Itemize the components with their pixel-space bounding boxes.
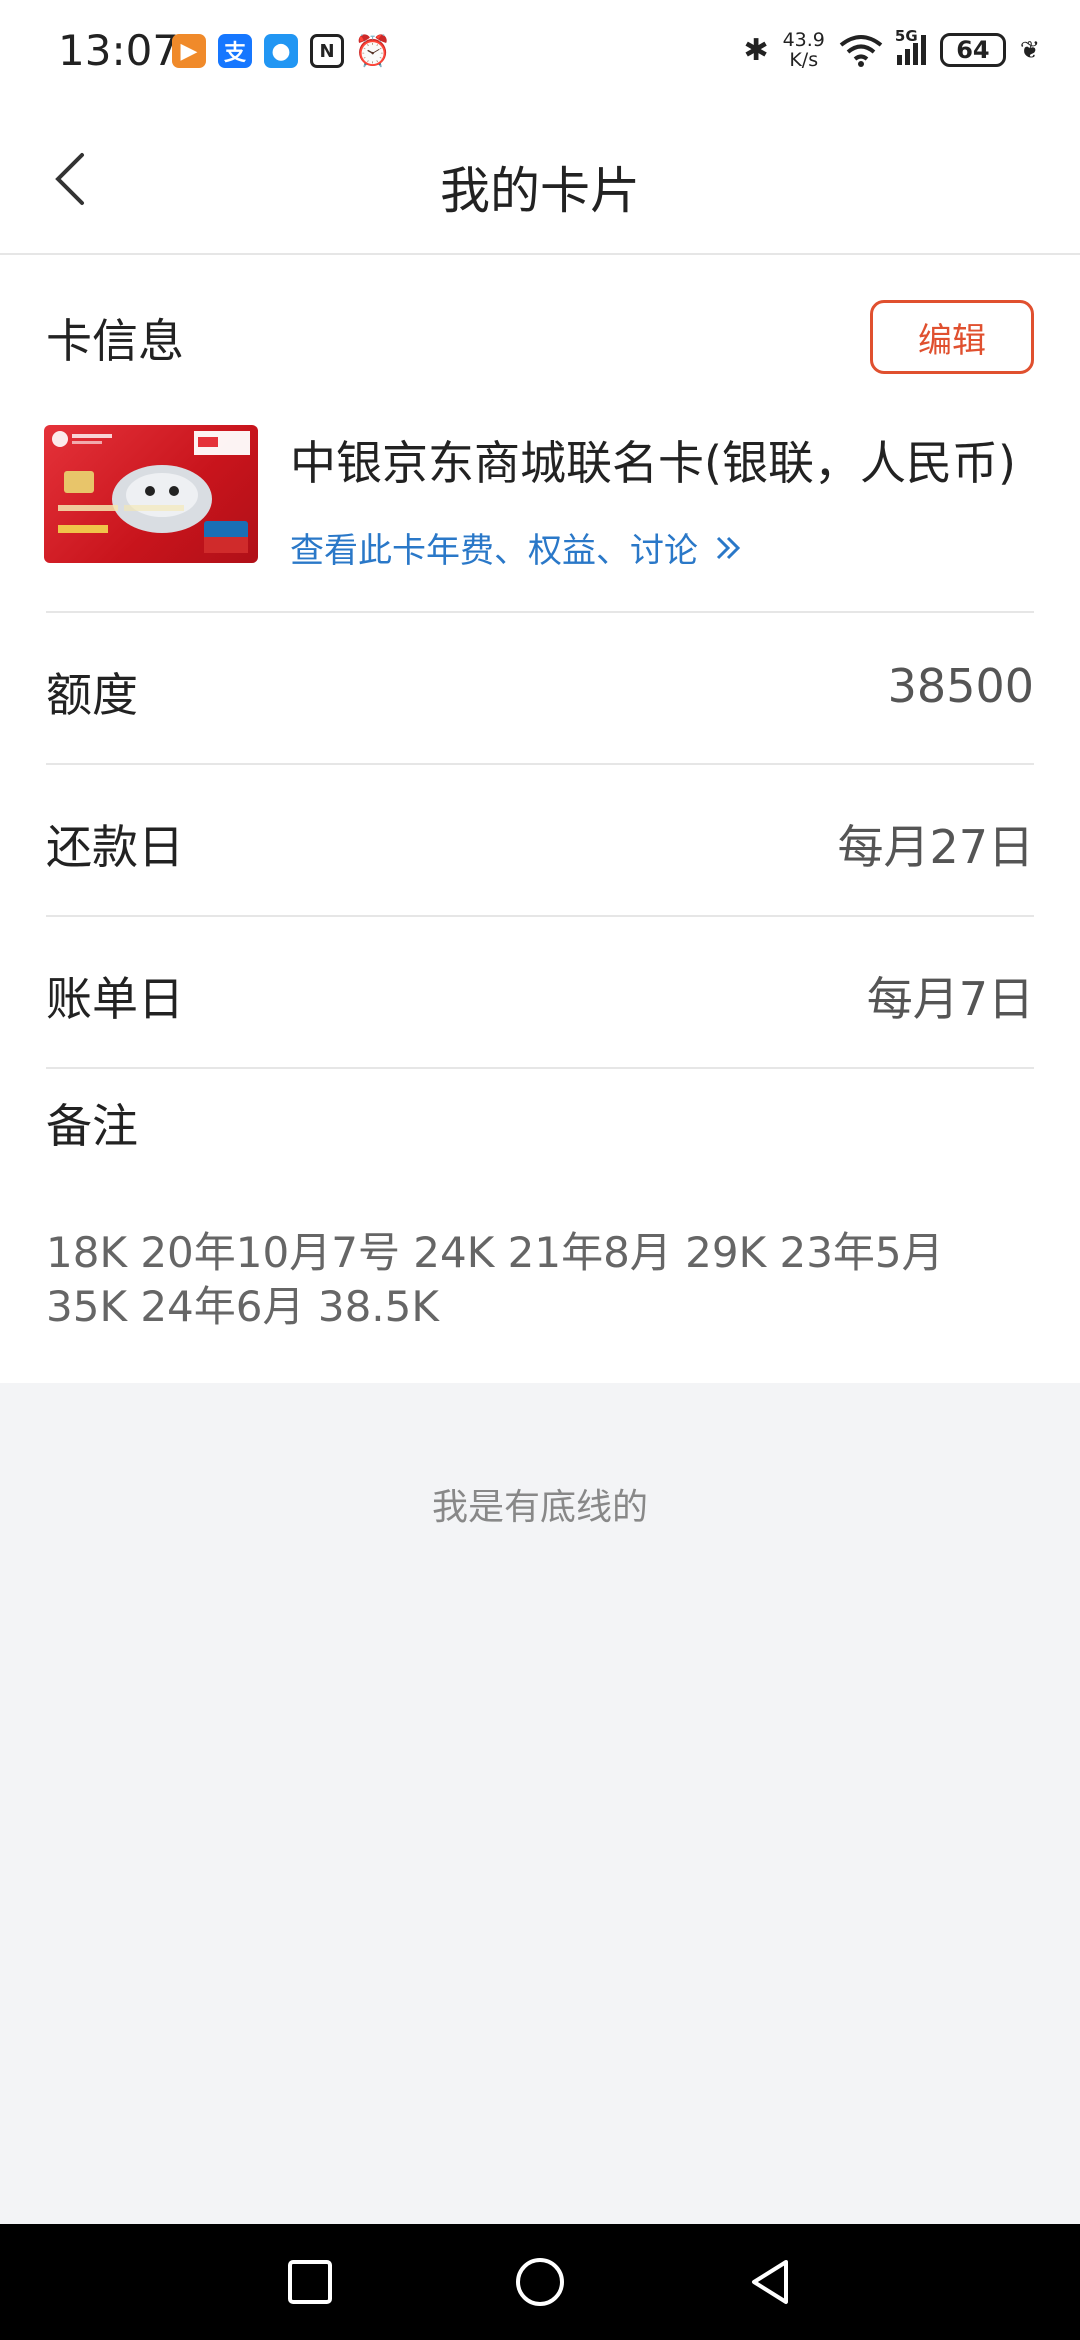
divider <box>46 1067 1034 1069</box>
page-title: 我的卡片 <box>440 162 640 220</box>
status-bar: 13:07 ▶ 支 ● N ⏰ ✱ 43.9 K/s 5G 64 ❦ <box>0 0 1080 105</box>
credit-limit-label: 额度 <box>46 668 138 722</box>
alipay-icon: 支 <box>218 34 252 68</box>
notes-label: 备注 <box>46 1099 138 1153</box>
repayment-day-row: 还款日 每月27日 <box>46 763 1034 915</box>
double-chevron-right-icon <box>716 536 741 559</box>
system-back-button[interactable] <box>742 2254 798 2310</box>
card-detail-panel: 卡信息 编辑 中银京东商城联名卡(银联，人民币) 查看此卡年费、权益、讨论 额度… <box>0 255 1080 1383</box>
system-nav-bar <box>0 2224 1080 2340</box>
system-status-icons: ✱ 43.9 K/s 5G 64 ❦ <box>743 27 1040 71</box>
notification-icons: ▶ 支 ● N ⏰ <box>172 33 392 69</box>
square-icon <box>288 2260 332 2304</box>
leaf-icon: ❦ <box>1019 36 1040 64</box>
nav-bar: 我的卡片 <box>0 105 1080 255</box>
wifi-icon <box>839 35 883 67</box>
recents-button[interactable] <box>282 2254 338 2310</box>
credit-limit-value: 38500 <box>887 659 1034 713</box>
repayment-day-value: 每月27日 <box>837 820 1034 874</box>
credit-limit-row: 额度 38500 <box>46 611 1034 763</box>
statement-day-label: 账单日 <box>46 972 184 1026</box>
bluetooth-icon: ✱ <box>743 32 769 68</box>
card-details-link[interactable]: 查看此卡年费、权益、讨论 <box>290 523 744 572</box>
video-app-icon: ▶ <box>172 34 206 68</box>
card-image[interactable] <box>44 425 258 563</box>
repayment-day-label: 还款日 <box>46 820 184 874</box>
alarm-icon: ⏰ <box>354 33 392 69</box>
battery-icon: 64 <box>939 33 1006 67</box>
statement-day-row: 账单日 每月7日 <box>46 915 1034 1067</box>
status-time: 13:07 <box>58 26 180 75</box>
home-button[interactable] <box>512 2254 568 2310</box>
message-icon: ● <box>264 34 298 68</box>
notes-text: 18K 20年10月7号 24K 21年8月 29K 23年5月 35K 24年… <box>46 1228 944 1331</box>
nfc-icon: N <box>310 34 344 68</box>
circle-icon <box>516 2258 564 2306</box>
card-info-label: 卡信息 <box>46 314 184 368</box>
edit-button[interactable]: 编辑 <box>870 300 1034 374</box>
credit-card-art <box>52 431 250 553</box>
triangle-back-icon <box>752 2260 788 2304</box>
net-speed: 43.9 K/s <box>782 29 825 71</box>
statement-day-value: 每月7日 <box>866 972 1034 1026</box>
end-of-list-note: 我是有底线的 <box>431 1487 648 1528</box>
cellular-signal-icon: 5G <box>895 27 926 65</box>
card-name[interactable]: 中银京东商城联名卡(银联，人民币) <box>290 427 1030 493</box>
